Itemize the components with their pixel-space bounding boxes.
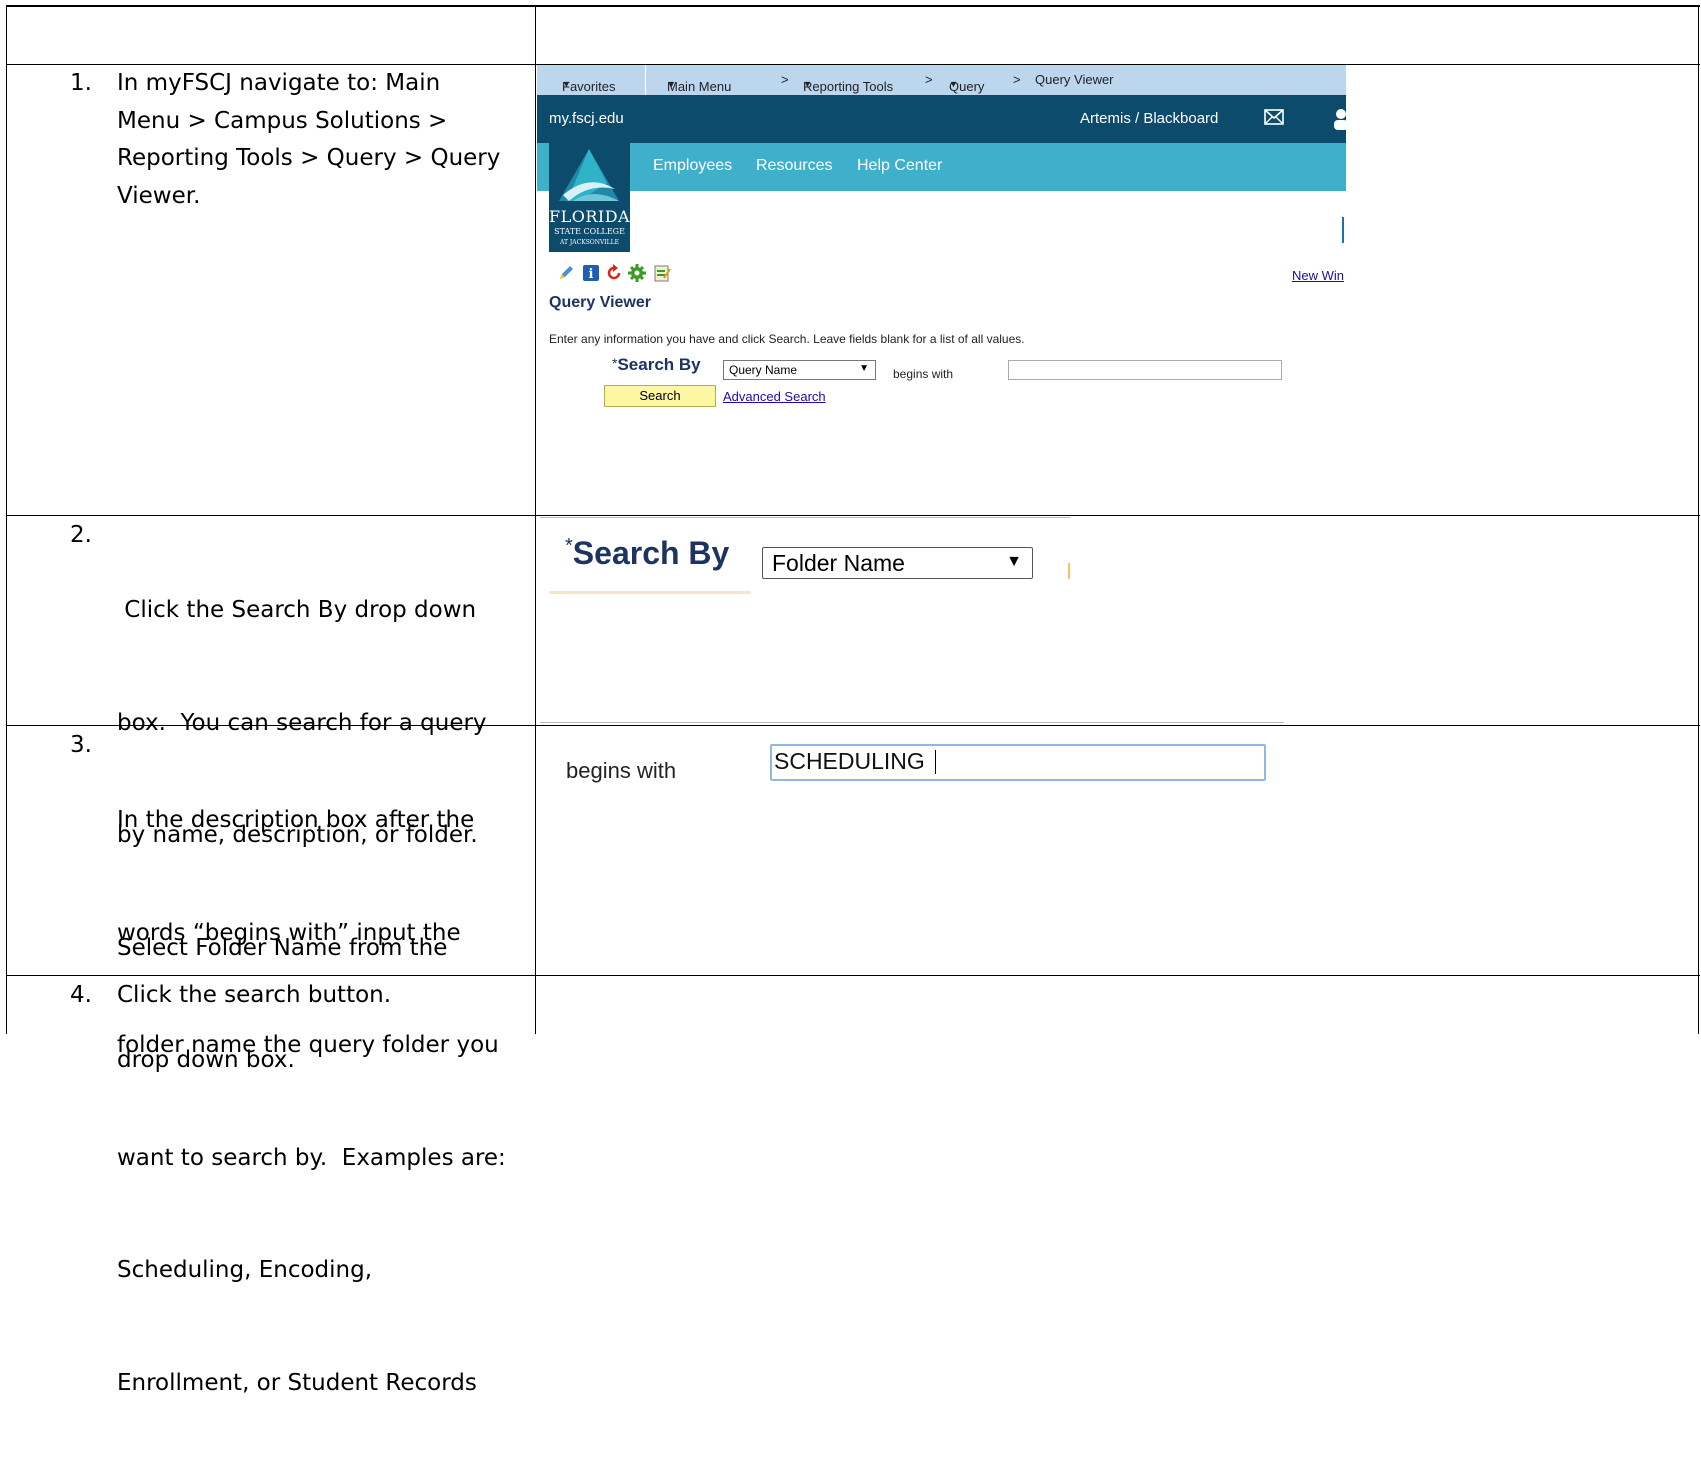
table-border-middle xyxy=(535,5,536,1034)
required-mark: * xyxy=(565,535,573,557)
notepad-icon[interactable] xyxy=(653,264,671,282)
table-border-right xyxy=(1698,5,1699,1034)
search-by-label: *Search By xyxy=(565,535,730,571)
step-text: In the description box after the words “… xyxy=(117,727,522,1477)
main-menubar: Employees Resources Help Center xyxy=(537,143,1346,191)
page-title: Query Viewer xyxy=(549,294,651,311)
step-line: In the description box after the xyxy=(117,807,475,833)
menu-resources[interactable]: Resources xyxy=(756,157,832,175)
step-number: 2. xyxy=(70,522,92,548)
step-line: folder name the query folder you xyxy=(117,1032,499,1058)
step-line: Click the search button. xyxy=(117,982,392,1008)
step-line: Enrollment, or Student Records xyxy=(117,1369,477,1396)
cropped-edge-marker xyxy=(1342,217,1344,243)
cursor-marker xyxy=(1068,563,1070,579)
step-line: Viewer. xyxy=(117,182,201,209)
begins-with-zoom-screenshot: begins with SCHEDULING xyxy=(540,723,1290,793)
search-by-label: *Search By xyxy=(612,355,701,374)
begins-with-label: begins with xyxy=(893,367,954,381)
step-line: Scheduling, Encoding, xyxy=(117,1257,373,1283)
search-instructions: Enter any information you have and click… xyxy=(549,332,1025,346)
step-number: 3. xyxy=(70,732,92,758)
caret-down-icon: ▼ xyxy=(562,79,571,89)
search-button[interactable]: Search xyxy=(604,385,716,407)
fscj-logo-mark-icon xyxy=(559,149,619,201)
nav-separator xyxy=(645,65,646,95)
search-by-value: Query Name xyxy=(729,363,798,377)
step-number: 1. xyxy=(70,70,92,96)
label-underline xyxy=(549,591,751,594)
nav-chevron-icon: > xyxy=(1013,72,1021,87)
begins-with-value: SCHEDULING xyxy=(774,748,925,774)
caret-down-icon: ▼ xyxy=(949,79,958,89)
step-line: Click the Search By drop down xyxy=(117,597,477,623)
search-by-select[interactable]: Folder Name ▼ xyxy=(762,547,1033,579)
logo-text-florida: FLORIDA xyxy=(549,207,631,226)
nav-chevron-icon: > xyxy=(781,72,789,87)
step-line: In myFSCJ navigate to: Main xyxy=(117,70,441,96)
begins-with-label: begins with xyxy=(566,758,677,783)
step-text: Click the search button. xyxy=(117,977,522,1015)
caret-down-icon: ▼ xyxy=(667,79,676,89)
query-viewer-screenshot: Favorites ▼ Main Menu ▼ > Reporting Tool… xyxy=(537,65,1346,465)
table-border-row2 xyxy=(6,515,1700,516)
step-line: Reporting Tools > Query > Query xyxy=(117,145,501,171)
search-by-select[interactable]: Query Name ▼ xyxy=(723,360,876,380)
advanced-search-link[interactable]: Advanced Search xyxy=(723,389,826,404)
site-header: my.fscj.edu Artemis / Blackboard xyxy=(537,95,1346,143)
menu-help-center[interactable]: Help Center xyxy=(857,157,942,175)
menu-employees[interactable]: Employees xyxy=(653,157,732,175)
new-window-link[interactable]: New Win xyxy=(1292,268,1344,283)
artemis-blackboard-link[interactable]: Artemis / Blackboard xyxy=(1080,110,1218,127)
text-cursor xyxy=(935,750,936,774)
begins-with-input[interactable]: SCHEDULING xyxy=(770,744,1266,781)
table-border-top xyxy=(6,5,1700,7)
nav-query-viewer[interactable]: Query Viewer xyxy=(1035,72,1114,87)
dropdown-arrow-icon: ▼ xyxy=(859,363,869,374)
nav-chevron-icon: > xyxy=(925,72,933,87)
site-name[interactable]: my.fscj.edu xyxy=(549,110,624,127)
pencil-icon[interactable] xyxy=(557,264,575,282)
step-number: 4. xyxy=(70,982,92,1008)
breadcrumb-nav: Favorites ▼ Main Menu ▼ > Reporting Tool… xyxy=(537,65,1346,95)
dropdown-arrow-icon: ▼ xyxy=(1006,553,1022,570)
logo-text-state-college: STATE COLLEGE xyxy=(554,227,625,236)
step-line: Menu > Campus Solutions > xyxy=(117,107,448,134)
gear-icon[interactable] xyxy=(628,264,646,282)
step-line: words “begins with” input the xyxy=(117,919,461,946)
mail-icon[interactable] xyxy=(1264,109,1284,125)
search-by-value: Folder Name xyxy=(772,550,905,576)
search-by-zoom-screenshot: *Search By Folder Name ▼ xyxy=(540,518,1080,598)
svg-text:i: i xyxy=(589,267,594,282)
caret-down-icon: ▼ xyxy=(803,79,812,89)
begins-with-input[interactable] xyxy=(1008,360,1282,380)
refresh-icon[interactable] xyxy=(605,264,623,282)
info-icon[interactable]: i xyxy=(582,264,600,282)
user-icon[interactable] xyxy=(1332,106,1346,130)
table-border-left xyxy=(6,5,7,1034)
step-line: want to search by. Examples are: xyxy=(117,1144,506,1171)
step-text: In myFSCJ navigate to: Main Menu > Campu… xyxy=(117,65,522,215)
fscj-logo[interactable]: FLORIDA STATE COLLEGE AT JACKSONVILLE xyxy=(549,143,630,252)
logo-text-jacksonville: AT JACKSONVILLE xyxy=(559,239,620,246)
